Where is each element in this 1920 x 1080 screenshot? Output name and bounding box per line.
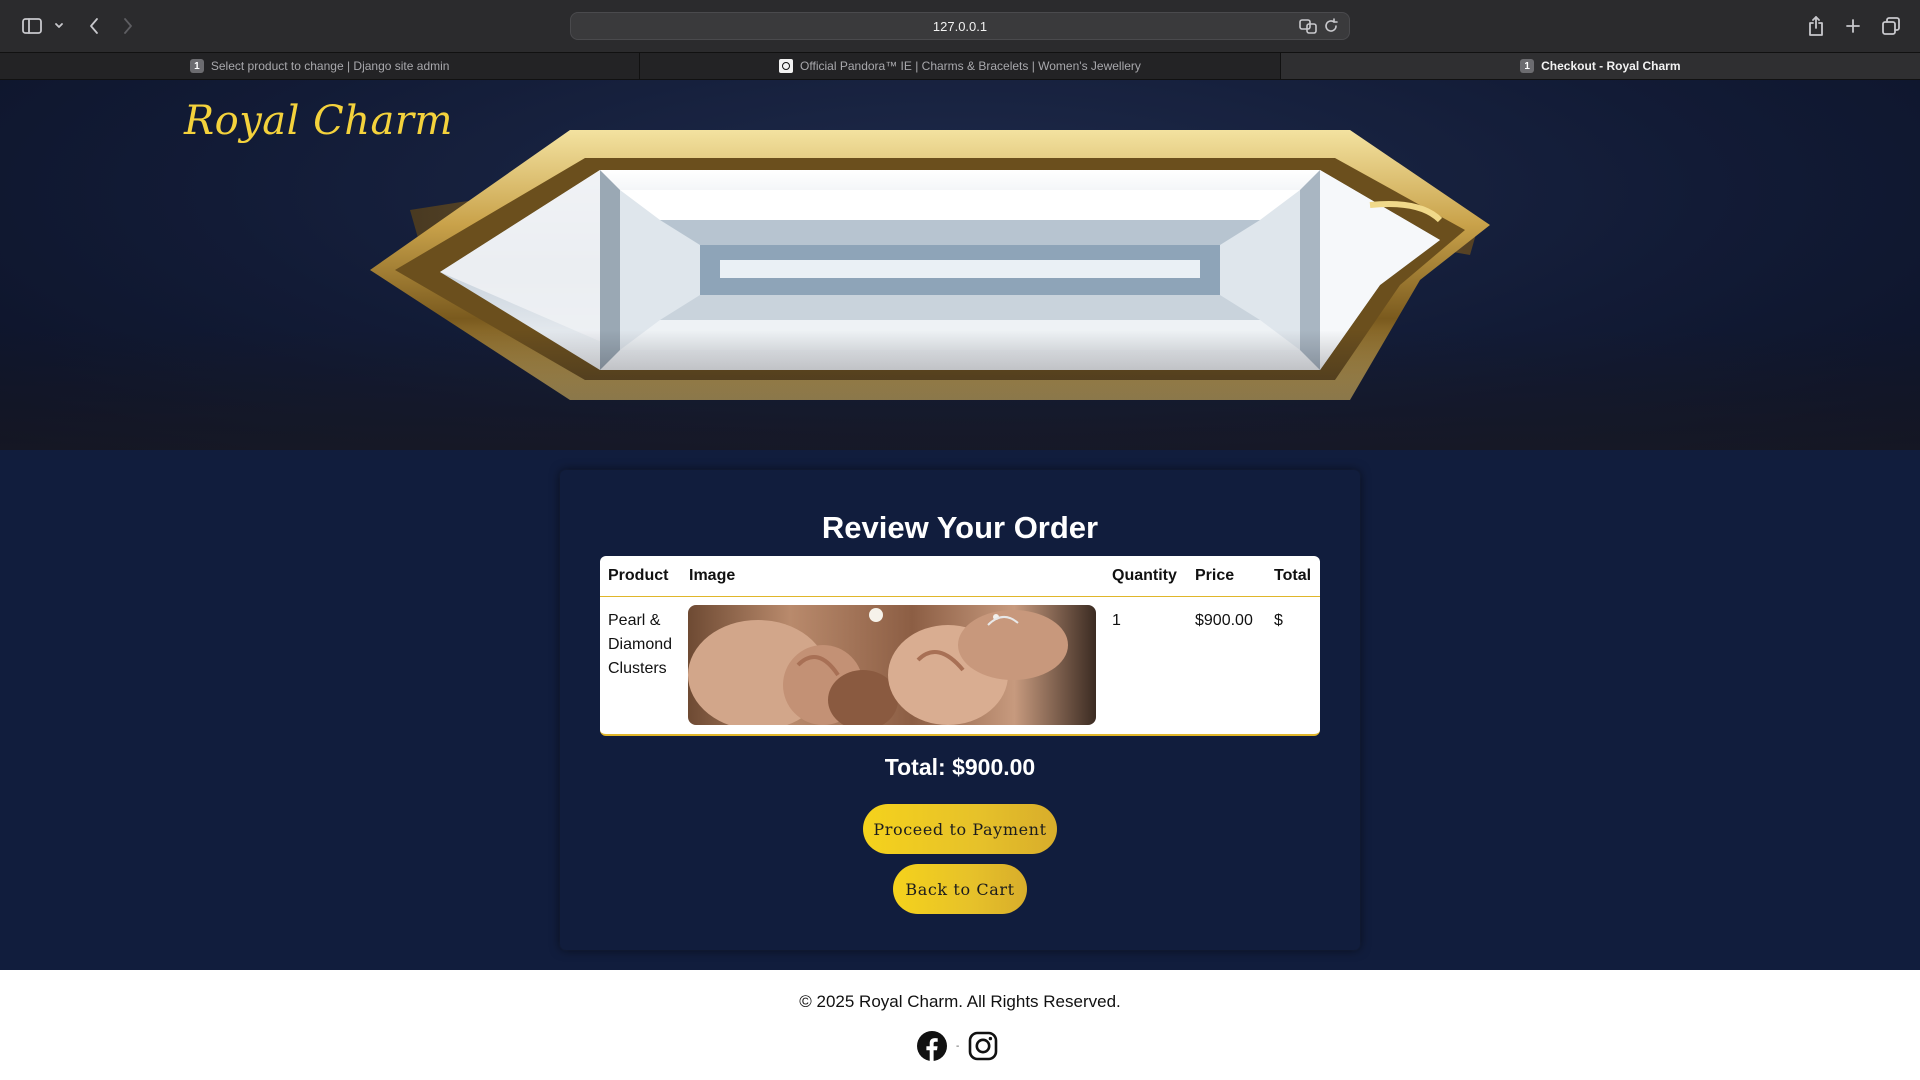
product-name: Pearl & Diamond Clusters	[608, 609, 672, 681]
tab-label: Select product to change | Django site a…	[210, 59, 450, 73]
back-arrow-icon[interactable]	[84, 12, 104, 40]
browser-toolbar: 127.0.0.1	[0, 0, 1920, 52]
column-header-quantity: Quantity	[1112, 567, 1177, 584]
share-icon[interactable]	[1806, 12, 1826, 40]
social-links: -	[916, 1030, 999, 1062]
tab-strip: 1 Select product to change | Django site…	[0, 52, 1920, 80]
proceed-to-payment-button[interactable]: Proceed to Payment	[863, 804, 1057, 854]
tab-django-admin[interactable]: 1 Select product to change | Django site…	[0, 53, 641, 79]
chevron-down-icon[interactable]	[52, 12, 66, 40]
site-footer: © 2025 Royal Charm. All Rights Reserved.…	[0, 970, 1920, 1080]
new-tab-icon[interactable]	[1843, 12, 1863, 40]
tab-label: Official Pandora™ IE | Charms & Bracelet…	[800, 59, 1141, 73]
pandora-icon	[779, 59, 794, 73]
reload-icon[interactable]	[1323, 18, 1339, 39]
product-name-line: Pearl &	[608, 612, 661, 629]
web-page: Royal Charm Review Your Order Product Im…	[0, 80, 1920, 1080]
tab-checkout[interactable]: 1 Checkout - Royal Charm	[1280, 53, 1920, 79]
hero-banner: Royal Charm	[0, 80, 1920, 450]
tab-overview-icon[interactable]	[1880, 12, 1902, 40]
copyright-text: © 2025 Royal Charm. All Rights Reserved.	[799, 992, 1121, 1011]
product-image	[688, 605, 1096, 725]
page-title: Review Your Order	[821, 510, 1099, 545]
facebook-icon[interactable]	[916, 1030, 948, 1062]
checkout-section: Review Your Order Product Image Quantity…	[0, 450, 1920, 970]
tab-favicon-number: 1	[1520, 59, 1535, 73]
forward-arrow-icon[interactable]	[118, 12, 138, 40]
tab-favicon-number: 1	[189, 59, 204, 73]
tab-pandora[interactable]: Official Pandora™ IE | Charms & Bracelet…	[640, 53, 1281, 79]
back-to-cart-button[interactable]: Back to Cart	[893, 864, 1027, 914]
sidebar-toggle-icon[interactable]	[20, 12, 44, 40]
table-header-row: Product Image Quantity Price Total	[600, 556, 1320, 597]
product-name-line: Clusters	[608, 660, 667, 677]
tab-label: Checkout - Royal Charm	[1541, 59, 1681, 73]
item-quantity: 1	[1112, 612, 1121, 629]
column-header-price: Price	[1195, 567, 1235, 584]
translate-icon[interactable]	[1299, 18, 1317, 39]
order-total: Total: $900.00	[884, 754, 1036, 780]
item-price: $900.00	[1195, 612, 1253, 629]
column-header-product: Product	[608, 567, 669, 584]
instagram-icon[interactable]	[967, 1030, 999, 1062]
column-header-total: Total	[1274, 567, 1312, 584]
product-name-line: Diamond	[608, 636, 673, 653]
url-text: 127.0.0.1	[932, 19, 988, 34]
social-separator: -	[956, 1040, 960, 1052]
order-table: Product Image Quantity Price Total Pearl…	[600, 556, 1320, 736]
hero-shadow	[0, 330, 1920, 450]
brand-logo[interactable]: Royal Charm	[184, 98, 453, 144]
column-header-image: Image	[689, 567, 736, 584]
address-bar[interactable]: 127.0.0.1	[570, 12, 1350, 40]
order-review-card: Review Your Order Product Image Quantity…	[560, 470, 1360, 950]
item-total: $	[1274, 612, 1283, 629]
